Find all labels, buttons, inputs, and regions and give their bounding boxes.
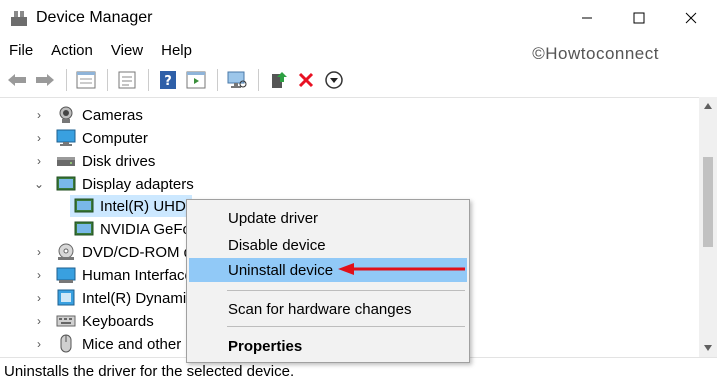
toolbar: ? (0, 64, 717, 96)
scrollbar-thumb[interactable] (703, 157, 713, 247)
tree-item-intel-uhd[interactable]: Intel(R) UHD (70, 195, 192, 217)
tree-item-keyboards[interactable]: › Keyboards (32, 310, 154, 332)
toolbar-separator (258, 69, 259, 91)
chevron-right-icon[interactable]: › (32, 154, 46, 168)
tree-item-label: Keyboards (82, 312, 154, 330)
maximize-button[interactable] (613, 0, 665, 36)
chevron-right-icon[interactable]: › (32, 314, 46, 328)
help-icon[interactable]: ? (155, 67, 181, 93)
uninstall-icon[interactable] (293, 67, 319, 93)
tree-item-label: Intel(R) UHD (100, 197, 186, 215)
tree-item-label: Computer (82, 129, 148, 147)
menu-view[interactable]: View (102, 42, 152, 59)
menu-file[interactable]: File (0, 42, 42, 59)
tree-item-mice[interactable]: › Mice and other p (32, 333, 194, 355)
computer-icon (56, 129, 76, 147)
tree-item-display-adapters[interactable]: ⌄ Display adapters (32, 173, 194, 195)
chevron-right-icon[interactable]: › (32, 131, 46, 145)
context-menu: Update driver Disable device Uninstall d… (186, 199, 470, 363)
vertical-scrollbar[interactable] (699, 97, 717, 357)
menu-separator (227, 290, 465, 291)
menu-item-label: Uninstall device (228, 261, 334, 279)
tree-item-label: Human Interface (82, 266, 193, 284)
close-button[interactable] (665, 0, 717, 36)
tree-item-label: DVD/CD-ROM d (82, 243, 193, 261)
chevron-right-icon[interactable]: › (32, 337, 46, 351)
tree-item-label: Disk drives (82, 152, 156, 170)
console-icon[interactable] (183, 67, 209, 93)
display-adapter-icon (74, 197, 94, 215)
menu-item-label: Disable device (228, 236, 326, 254)
tree-item-label: Cameras (82, 106, 143, 124)
scan-hardware-icon[interactable] (224, 67, 250, 93)
tree-item-computer[interactable]: › Computer (32, 127, 148, 149)
watermark: ©Howtoconnect (532, 44, 659, 63)
menu-item-disable-device[interactable]: Disable device (189, 233, 467, 257)
update-driver-icon[interactable] (265, 67, 291, 93)
scroll-down-icon[interactable] (704, 345, 712, 351)
properties-icon[interactable] (73, 67, 99, 93)
annotation-arrow-icon (338, 263, 465, 275)
chevron-right-icon[interactable]: › (32, 291, 46, 305)
forward-icon[interactable] (32, 67, 58, 93)
toolbar-separator (107, 69, 108, 91)
toolbar-separator (66, 69, 67, 91)
camera-icon (56, 106, 76, 124)
tree-item-label: Display adapters (82, 175, 194, 193)
menu-action[interactable]: Action (42, 42, 102, 59)
menu-item-update-driver[interactable]: Update driver (189, 206, 467, 230)
tree-item-nvidia[interactable]: NVIDIA GeFo (70, 218, 191, 240)
minimize-button[interactable] (561, 0, 613, 36)
platform-icon (56, 289, 76, 307)
tree-item-cameras[interactable]: › Cameras (32, 104, 143, 126)
menu-item-scan-hardware[interactable]: Scan for hardware changes (189, 297, 467, 321)
chevron-down-icon[interactable]: ⌄ (32, 177, 46, 191)
tree-item-intel-dynamic[interactable]: › Intel(R) Dynamic (32, 287, 194, 309)
menu-item-properties[interactable]: Properties (189, 334, 467, 358)
status-text: Uninstalls the driver for the selected d… (4, 363, 295, 380)
tree-item-dvd[interactable]: › DVD/CD-ROM d (32, 241, 192, 263)
chevron-right-icon[interactable]: › (32, 245, 46, 259)
device-manager-icon (10, 9, 28, 27)
tree-item-disk-drives[interactable]: › Disk drives (32, 150, 155, 172)
disk-drive-icon (56, 152, 76, 170)
disable-icon[interactable] (321, 67, 347, 93)
menu-item-label: Update driver (228, 209, 319, 227)
chevron-right-icon[interactable]: › (32, 108, 46, 122)
menu-separator (227, 326, 465, 327)
display-adapter-icon (56, 175, 76, 193)
show-hide-icon[interactable] (114, 67, 140, 93)
tree-item-hid[interactable]: › Human Interface (32, 264, 193, 286)
toolbar-separator (217, 69, 218, 91)
svg-text:?: ? (164, 74, 172, 89)
toolbar-separator (148, 69, 149, 91)
menu-item-label: Properties (228, 337, 303, 355)
keyboard-icon (56, 312, 76, 330)
back-icon[interactable] (4, 67, 30, 93)
tree-item-label: Mice and other p (82, 335, 194, 353)
hid-icon (56, 266, 76, 284)
title-bar: Device Manager (0, 0, 717, 36)
tree-item-label: Intel(R) Dynamic (82, 289, 194, 307)
menu-item-label: Scan for hardware changes (228, 300, 412, 318)
scroll-up-icon[interactable] (704, 103, 712, 109)
window-title: Device Manager (36, 9, 153, 26)
chevron-right-icon[interactable]: › (32, 268, 46, 282)
dvd-icon (56, 243, 76, 261)
menu-help[interactable]: Help (152, 42, 201, 59)
display-adapter-icon (74, 220, 94, 238)
mouse-icon (56, 334, 76, 353)
tree-item-label: NVIDIA GeFo (100, 220, 191, 238)
